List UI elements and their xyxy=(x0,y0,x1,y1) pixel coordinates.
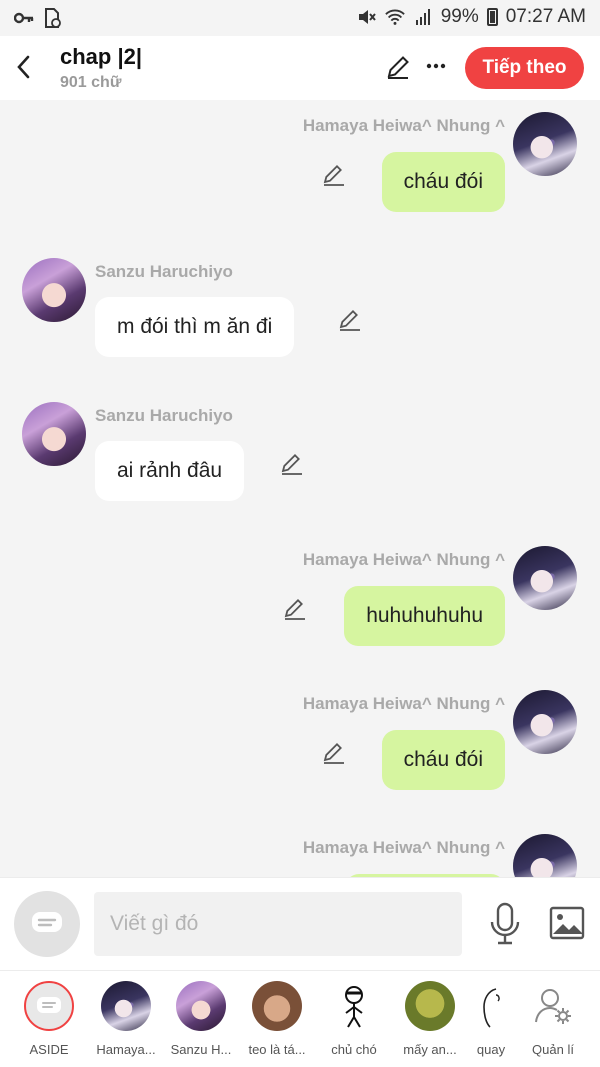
sender-name: Hamaya Heiwa^ Nhung ^ xyxy=(302,550,505,569)
hamaya-avatar xyxy=(101,981,151,1031)
character-label: chủ chó xyxy=(331,1042,377,1057)
back-button[interactable] xyxy=(10,50,36,84)
aside-chat-icon xyxy=(24,981,74,1031)
message-bubble[interactable]: ai rảnh đâu xyxy=(95,441,245,501)
sanzu-avatar[interactable] xyxy=(22,402,86,466)
chat-bubble-icon xyxy=(32,912,62,932)
sanzu-avatar[interactable] xyxy=(22,258,86,322)
sender-name: Hamaya Heiwa^ Nhung ^ xyxy=(302,116,505,135)
teo-avatar xyxy=(252,981,302,1031)
more-dots-icon xyxy=(426,63,446,69)
mute-icon xyxy=(357,7,377,27)
battery-icon xyxy=(486,8,498,26)
composer-bar xyxy=(0,877,600,970)
character-label: Hamaya... xyxy=(96,1042,156,1057)
character-chu-cho[interactable]: chủ chó xyxy=(319,981,389,1057)
aside-button[interactable] xyxy=(14,891,80,957)
character-manage[interactable]: Quản lí xyxy=(518,981,588,1057)
character-label: mấy an... xyxy=(403,1042,457,1057)
signal-icon xyxy=(413,7,433,27)
character-label: teo là tá... xyxy=(248,1042,306,1057)
manage-user-icon xyxy=(528,981,578,1031)
character-bar: ASIDE Hamaya... Sanzu H... teo là tá... … xyxy=(0,970,600,1067)
character-hamaya[interactable]: Hamaya... xyxy=(91,981,161,1057)
character-label: Sanzu H... xyxy=(170,1042,232,1057)
message-bubble[interactable]: m đói thì m ăn đi xyxy=(95,297,295,357)
sanzu-avatar xyxy=(176,981,226,1031)
hamaya-avatar[interactable] xyxy=(513,834,577,877)
character-aside[interactable]: ASIDE xyxy=(14,981,84,1057)
wifi-icon xyxy=(384,7,405,27)
character-quay[interactable]: quay xyxy=(456,981,526,1057)
character-may-an[interactable]: mấy an... xyxy=(395,981,465,1057)
message-bubble[interactable]: cháu đói xyxy=(381,730,505,790)
chevron-left-icon xyxy=(17,55,30,79)
sketch-avatar xyxy=(466,981,516,1031)
edit-message-icon[interactable] xyxy=(321,740,347,766)
stick-figure-avatar xyxy=(329,981,379,1031)
battery-percent: 99% xyxy=(440,6,479,27)
edit-title-button[interactable] xyxy=(383,52,413,82)
edit-message-icon[interactable] xyxy=(337,307,363,333)
character-teo[interactable]: teo là tá... xyxy=(242,981,312,1057)
edit-message-icon[interactable] xyxy=(321,162,347,188)
chapter-header: chap |2| 901 chữ Tiếp theo xyxy=(0,36,600,100)
edit-message-icon[interactable] xyxy=(279,451,305,477)
sender-name: Sanzu Haruchiyo xyxy=(95,406,233,425)
hamaya-avatar[interactable] xyxy=(513,112,577,176)
status-bar: 99% 07:27 AM xyxy=(0,0,600,36)
sender-name: Hamaya Heiwa^ Nhung ^ xyxy=(302,838,505,857)
more-options-button[interactable] xyxy=(422,50,450,80)
hamaya-avatar[interactable] xyxy=(513,546,577,610)
sender-name: Hamaya Heiwa^ Nhung ^ xyxy=(302,694,505,713)
message-bubble[interactable]: cháu đói xyxy=(381,152,505,212)
pencil-icon xyxy=(387,56,409,79)
word-count: 901 chữ xyxy=(60,74,122,91)
message-bubble[interactable]: huhuhuhuhu xyxy=(344,586,505,646)
microphone-icon[interactable] xyxy=(488,902,522,946)
chat-area[interactable]: Hamaya Heiwa^ Nhung ^ cháu đói Sanzu Har… xyxy=(0,100,600,877)
sender-name: Sanzu Haruchiyo xyxy=(95,262,233,281)
sim-alert-icon xyxy=(42,8,62,28)
edit-message-icon[interactable] xyxy=(282,596,308,622)
character-label: ASIDE xyxy=(29,1042,69,1057)
shrek-avatar xyxy=(405,981,455,1031)
image-icon[interactable] xyxy=(549,906,585,940)
character-label: Quản lí xyxy=(532,1042,574,1057)
character-sanzu[interactable]: Sanzu H... xyxy=(166,981,236,1057)
clock: 07:27 AM xyxy=(505,6,586,27)
key-icon xyxy=(14,8,34,28)
character-label: quay xyxy=(476,1042,506,1057)
next-button[interactable]: Tiếp theo xyxy=(465,47,584,89)
hamaya-avatar[interactable] xyxy=(513,690,577,754)
message-input[interactable] xyxy=(94,892,462,956)
chapter-title[interactable]: chap |2| xyxy=(60,44,142,70)
